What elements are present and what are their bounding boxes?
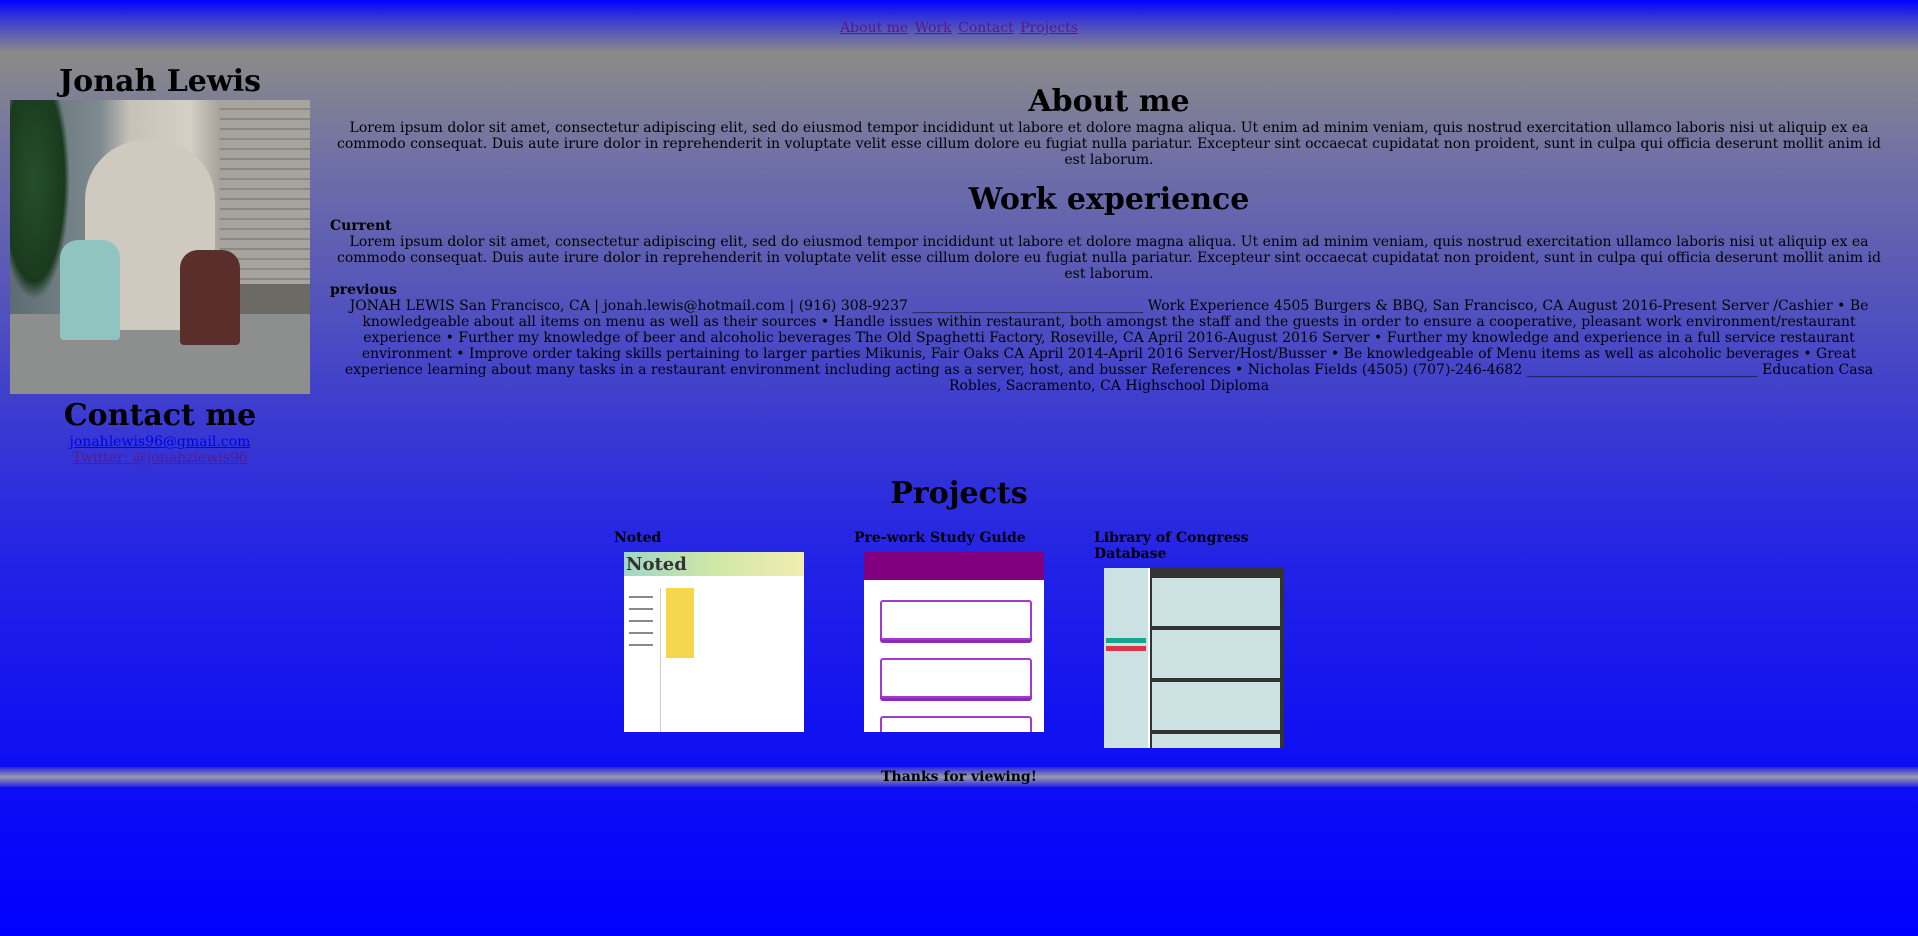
project-thumbnail-noted[interactable]: Noted xyxy=(624,552,804,732)
noted-logo: Noted xyxy=(626,554,687,575)
project-card-loc-database: Library of Congress Database xyxy=(1094,530,1324,748)
nav-link-about[interactable]: About me xyxy=(840,20,908,36)
current-work-text: Lorem ipsum dolor sit amet, consectetur … xyxy=(337,234,1881,282)
top-nav: About me Work Contact Projects xyxy=(0,20,1918,36)
contact-heading: Contact me xyxy=(63,398,257,433)
footer-text: Thanks for viewing! xyxy=(881,769,1037,785)
twitter-link[interactable]: Twitter: @jonahzlewis96 xyxy=(72,450,247,466)
main-content: About me Lorem ipsum dolor sit amet, con… xyxy=(330,84,1888,394)
project-title: Noted xyxy=(614,530,662,546)
email-link[interactable]: jonahlewis96@gmail.com xyxy=(70,434,251,450)
about-text: Lorem ipsum dolor sit amet, consectetur … xyxy=(337,120,1881,168)
profile-name: Jonah Lewis xyxy=(58,64,261,99)
project-title: Library of Congress Database xyxy=(1094,530,1249,562)
about-heading: About me xyxy=(1028,84,1190,119)
sidebar: Jonah Lewis Contact me jonahlewis96@gmai… xyxy=(10,64,310,466)
work-heading: Work experience xyxy=(968,182,1250,217)
project-thumbnail-study-guide[interactable] xyxy=(864,552,1044,732)
project-card-study-guide: Pre-work Study Guide xyxy=(854,530,1084,732)
project-title: Pre-work Study Guide xyxy=(854,530,1026,546)
footer: Thanks for viewing! xyxy=(0,767,1918,787)
nav-link-work[interactable]: Work xyxy=(915,20,952,36)
previous-label: previous xyxy=(330,282,397,298)
contact-links: jonahlewis96@gmail.com Twitter: @jonahzl… xyxy=(10,434,310,466)
current-label: Current xyxy=(330,218,392,234)
nav-link-contact[interactable]: Contact xyxy=(958,20,1014,36)
profile-photo xyxy=(10,100,310,394)
project-card-noted: Noted Noted xyxy=(614,530,844,732)
resume-text: JONAH LEWIS San Francisco, CA | jonah.le… xyxy=(344,298,1874,394)
projects-heading: Projects xyxy=(890,476,1028,511)
project-thumbnail-loc-database[interactable] xyxy=(1104,568,1284,748)
nav-link-projects[interactable]: Projects xyxy=(1020,20,1078,36)
